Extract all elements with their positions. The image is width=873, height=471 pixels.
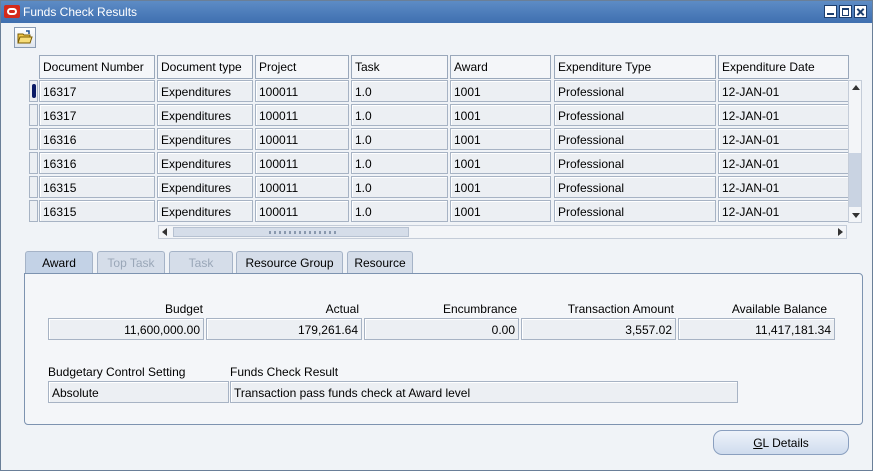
cell-document-type[interactable]: Expenditures: [157, 176, 253, 198]
tab-resource-group[interactable]: Resource Group: [236, 251, 343, 274]
cell-document-type[interactable]: Expenditures: [157, 80, 253, 102]
gl-details-label: L Details: [762, 436, 809, 450]
cell-project[interactable]: 100011: [255, 200, 349, 222]
cell-task[interactable]: 1.0: [351, 176, 448, 198]
cell-project[interactable]: 100011: [255, 152, 349, 174]
transaction-amount-label: Transaction Amount: [567, 302, 674, 316]
actual-label: Actual: [325, 302, 359, 316]
cell-expenditure-type[interactable]: Professional: [554, 152, 716, 174]
gl-details-mnemonic: G: [753, 436, 763, 450]
cell-expenditure-date[interactable]: 12-JAN-01: [718, 128, 849, 150]
budget-label: Budget: [164, 302, 203, 316]
title-bar: Funds Check Results: [1, 1, 872, 23]
cell-expenditure-date[interactable]: 12-JAN-01: [718, 200, 849, 222]
cell-document-number[interactable]: 16315: [39, 176, 155, 198]
column-header-task[interactable]: Task: [351, 55, 448, 79]
cell-document-type[interactable]: Expenditures: [157, 200, 253, 222]
encumbrance-label: Encumbrance: [442, 302, 517, 316]
column-header-document-number[interactable]: Document Number: [39, 55, 155, 79]
cell-expenditure-type[interactable]: Professional: [554, 200, 716, 222]
cell-expenditure-date[interactable]: 12-JAN-01: [718, 80, 849, 102]
table-horizontal-scrollbar[interactable]: [158, 225, 847, 239]
oracle-logo-icon: [4, 5, 20, 18]
scroll-down-icon[interactable]: [852, 213, 860, 218]
cell-award[interactable]: 1001: [450, 152, 551, 174]
cell-document-number[interactable]: 16317: [39, 80, 155, 102]
row-selector[interactable]: [29, 200, 38, 222]
tab-top-task: Top Task: [97, 251, 165, 274]
cell-award[interactable]: 1001: [450, 80, 551, 102]
available-balance-field[interactable]: 11,417,181.34: [678, 318, 835, 340]
column-header-expenditure-date[interactable]: Expenditure Date: [718, 55, 849, 79]
cell-document-number[interactable]: 16315: [39, 200, 155, 222]
budget-field[interactable]: 11,600,000.00: [48, 318, 204, 340]
tab-task: Task: [169, 251, 233, 274]
cell-document-type[interactable]: Expenditures: [157, 152, 253, 174]
cell-document-number[interactable]: 16316: [39, 152, 155, 174]
open-folder-button[interactable]: [14, 27, 36, 48]
encumbrance-field[interactable]: 0.00: [364, 318, 519, 340]
row-selector[interactable]: [29, 152, 38, 174]
cell-expenditure-date[interactable]: 12-JAN-01: [718, 152, 849, 174]
column-header-award[interactable]: Award: [450, 55, 551, 79]
table-vertical-scrollbar[interactable]: [848, 80, 862, 223]
cell-award[interactable]: 1001: [450, 128, 551, 150]
award-tab-panel: Budget Actual Encumbrance Transaction Am…: [24, 273, 863, 425]
scroll-left-icon[interactable]: [162, 228, 167, 236]
cell-award[interactable]: 1001: [450, 104, 551, 126]
tab-award[interactable]: Award: [25, 251, 93, 274]
available-balance-label: Available Balance: [731, 302, 827, 316]
maximize-button[interactable]: [839, 5, 852, 18]
minimize-button[interactable]: [824, 5, 837, 18]
open-folder-icon: [17, 30, 33, 44]
cell-award[interactable]: 1001: [450, 176, 551, 198]
column-header-expenditure-type[interactable]: Expenditure Type: [554, 55, 716, 79]
cell-expenditure-type[interactable]: Professional: [554, 176, 716, 198]
funds-check-results-window: Funds Check Results Document Number Docum…: [0, 0, 873, 471]
row-selector[interactable]: [29, 104, 38, 126]
cell-document-number[interactable]: 16317: [39, 104, 155, 126]
horizontal-scroll-thumb[interactable]: [173, 227, 409, 237]
cell-project[interactable]: 100011: [255, 128, 349, 150]
funds-check-result-field[interactable]: Transaction pass funds check at Award le…: [230, 381, 738, 403]
column-header-project[interactable]: Project: [255, 55, 349, 79]
budgetary-control-setting-field[interactable]: Absolute: [48, 381, 229, 403]
cell-expenditure-type[interactable]: Professional: [554, 104, 716, 126]
cell-document-type[interactable]: Expenditures: [157, 104, 253, 126]
funds-check-result-label: Funds Check Result: [230, 365, 339, 379]
row-selector[interactable]: [29, 176, 38, 198]
cell-project[interactable]: 100011: [255, 104, 349, 126]
cell-task[interactable]: 1.0: [351, 80, 448, 102]
cell-award[interactable]: 1001: [450, 200, 551, 222]
cell-expenditure-date[interactable]: 12-JAN-01: [718, 176, 849, 198]
gl-details-button[interactable]: GL Details: [713, 430, 849, 455]
cell-task[interactable]: 1.0: [351, 152, 448, 174]
tab-resource[interactable]: Resource: [347, 251, 413, 274]
budgetary-control-setting-label: Budgetary Control Setting: [48, 365, 186, 379]
scroll-right-icon[interactable]: [838, 228, 843, 236]
scroll-up-icon[interactable]: [852, 85, 860, 90]
vertical-scroll-thumb[interactable]: [849, 153, 861, 207]
cell-expenditure-type[interactable]: Professional: [554, 128, 716, 150]
cell-task[interactable]: 1.0: [351, 104, 448, 126]
window-title: Funds Check Results: [23, 5, 138, 19]
cell-project[interactable]: 100011: [255, 176, 349, 198]
row-selector[interactable]: [29, 128, 38, 150]
cell-document-number[interactable]: 16316: [39, 128, 155, 150]
cell-task[interactable]: 1.0: [351, 128, 448, 150]
cell-task[interactable]: 1.0: [351, 200, 448, 222]
cell-document-type[interactable]: Expenditures: [157, 128, 253, 150]
column-header-document-type[interactable]: Document type: [157, 55, 253, 79]
cell-project[interactable]: 100011: [255, 80, 349, 102]
actual-field[interactable]: 179,261.64: [206, 318, 362, 340]
transaction-amount-field[interactable]: 3,557.02: [521, 318, 676, 340]
cell-expenditure-date[interactable]: 12-JAN-01: [718, 104, 849, 126]
close-button[interactable]: [854, 5, 867, 18]
row-selector[interactable]: [29, 80, 38, 102]
cell-expenditure-type[interactable]: Professional: [554, 80, 716, 102]
